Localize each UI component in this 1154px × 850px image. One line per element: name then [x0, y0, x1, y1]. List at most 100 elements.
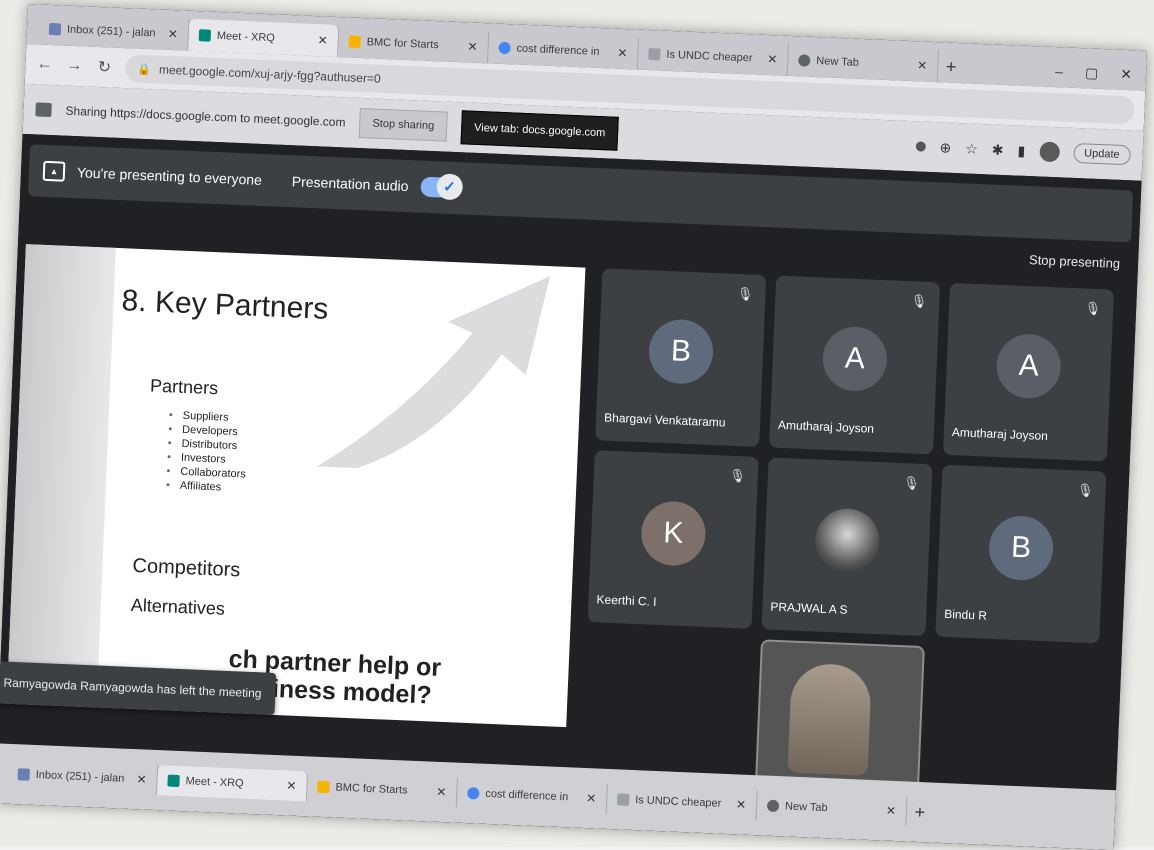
tab-label: Is UNDC cheaper [634, 794, 722, 810]
participant-tile[interactable]: 🎙 B Bhargavi Venkataramu [595, 268, 767, 448]
close-icon[interactable]: ✕ [886, 804, 897, 818]
page-icon [616, 793, 630, 806]
participant-name: Amutharaj Joyson [951, 425, 1049, 444]
browser-tab[interactable]: New Tab ✕ [756, 790, 908, 827]
photo-background: Inbox (251) - jalan ✕ Meet - XRQ ✕ BMC for… [0, 0, 1154, 850]
participant-tile[interactable]: 🎙 B Bindu R [935, 464, 1107, 644]
avatar: B [647, 318, 715, 385]
avatar [813, 507, 881, 575]
meet-icon [198, 29, 212, 42]
meet-icon [167, 774, 180, 788]
close-icon[interactable]: ✕ [317, 33, 328, 47]
tab-label: Is UNDC cheaper [666, 48, 753, 65]
participant-name: Amutharaj Joyson [777, 417, 875, 436]
participant-tile[interactable]: 🎙 K Keerthi C. I [587, 450, 759, 629]
participant-name: PRAJWAL A S [770, 599, 848, 617]
url-text: meet.google.com/xuj-arjy-fgg?authuser=0 [158, 62, 381, 86]
presentation-audio-label: Presentation audio [291, 173, 409, 195]
tab-label: cost difference in [516, 42, 600, 58]
avatar: K [640, 500, 707, 567]
profile-avatar[interactable] [1038, 141, 1060, 163]
presented-slide: 8. Key Partners Partners Suppliers Devel… [6, 244, 586, 728]
back-icon[interactable]: ← [35, 55, 54, 74]
participant-name: Bhargavi Venkataramu [603, 410, 726, 430]
close-icon[interactable]: ✕ [586, 791, 597, 805]
slide-partner-list: Suppliers Developers Distributors Invest… [166, 408, 249, 495]
slide-partners-heading: Partners [149, 375, 219, 399]
view-tab-button[interactable]: View tab: docs.google.com [460, 110, 619, 151]
tab-label: Meet - XRQ [185, 775, 244, 790]
close-icon[interactable]: ✕ [286, 779, 297, 793]
meet-stage: ▴ You're presenting to everyone Presenta… [0, 133, 1142, 850]
participant-name: Keerthi C. I [596, 592, 657, 609]
slide-competitors: Competitors [132, 554, 241, 582]
screen-share-icon [35, 102, 52, 118]
participant-tile[interactable]: 🎙 A Amutharaj Joyson [942, 282, 1114, 462]
tab-label: Inbox (251) - jalan [35, 769, 125, 785]
mic-off-icon: 🎙 [729, 467, 747, 484]
slide-alternatives: Alternatives [130, 594, 226, 619]
mic-off-icon: 🎙 [902, 475, 921, 491]
stop-presenting-button[interactable]: Stop presenting [1029, 252, 1121, 271]
tab-label: BMC for Starts [366, 36, 440, 52]
google-icon [498, 41, 511, 55]
close-icon[interactable]: ✕ [617, 46, 628, 60]
zoom-icon[interactable]: ⊕ [939, 139, 951, 156]
tab-label: Meet - XRQ [216, 29, 276, 45]
window-controls: – ▢ ✕ [1055, 55, 1147, 91]
browser-tab[interactable]: Is UNDC cheaper ✕ [606, 783, 758, 821]
avatar: A [995, 332, 1063, 400]
gmail-icon [17, 768, 30, 781]
browser-tab[interactable]: Inbox (251) - jalan ✕ [7, 758, 159, 796]
participant-tile[interactable]: 🎙 A Amutharaj Joyson [769, 275, 941, 455]
close-icon[interactable]: ✕ [736, 797, 747, 811]
sidepanel-icon[interactable]: ▮ [1017, 142, 1025, 159]
close-icon[interactable]: ✕ [767, 52, 778, 66]
slide-arrow-graphic [316, 276, 551, 469]
stop-sharing-button[interactable]: Stop sharing [358, 107, 448, 142]
participant-tile[interactable]: 🎙 PRAJWAL A S [761, 457, 933, 637]
minimize-button[interactable]: – [1055, 63, 1063, 79]
close-icon[interactable]: ✕ [917, 58, 928, 72]
participant-name: Bindu R [943, 606, 988, 623]
tab-label: New Tab [816, 55, 860, 69]
self-view-tile[interactable] [754, 639, 925, 796]
close-icon[interactable]: ✕ [467, 39, 478, 53]
monitor-screen: Inbox (251) - jalan ✕ Meet - XRQ ✕ BMC for… [0, 4, 1148, 850]
reload-icon[interactable]: ↻ [95, 57, 114, 78]
presenting-message: You're presenting to everyone [76, 164, 263, 188]
record-icon[interactable] [915, 141, 926, 152]
restore-button[interactable]: ▢ [1085, 64, 1099, 82]
forward-icon[interactable]: → [65, 57, 84, 76]
browser-tab-active[interactable]: Meet - XRQ ✕ [156, 765, 309, 802]
tab-label: New Tab [784, 800, 828, 815]
tab-label: BMC for Starts [335, 781, 408, 797]
new-tab-button[interactable]: + [938, 50, 965, 83]
mic-off-icon: 🎙 [1084, 300, 1102, 317]
update-button[interactable]: Update [1072, 142, 1132, 166]
close-window-button[interactable]: ✕ [1120, 65, 1132, 82]
participant-grid: 🎙 B Bhargavi Venkataramu 🎙 A Amutharaj J… [579, 268, 1122, 849]
close-icon[interactable]: ✕ [168, 27, 179, 41]
chrome-icon [798, 54, 811, 67]
close-icon[interactable]: ✕ [436, 785, 447, 799]
avatar: A [821, 325, 889, 393]
tab-label: cost difference in [485, 787, 569, 804]
mic-off-icon: 🎙 [910, 293, 928, 309]
slide-side-decoration [6, 244, 116, 708]
browser-tab[interactable]: BMC for Starts ✕ [306, 771, 458, 808]
star-icon[interactable]: ☆ [965, 140, 978, 158]
gmail-icon [48, 22, 62, 36]
page-icon [648, 48, 661, 61]
slides-icon [348, 35, 361, 48]
present-icon: ▴ [42, 160, 66, 182]
close-icon[interactable]: ✕ [136, 772, 147, 786]
puzzle-icon[interactable]: ✱ [991, 141, 1004, 158]
avatar: B [987, 514, 1055, 582]
lock-icon: 🔒 [137, 63, 152, 76]
browser-tab[interactable]: cost difference in ✕ [456, 777, 608, 814]
new-tab-button[interactable]: + [906, 796, 933, 829]
presentation-audio-toggle[interactable] [420, 176, 461, 199]
mic-off-icon: 🎙 [1076, 482, 1094, 499]
google-icon [467, 787, 480, 800]
